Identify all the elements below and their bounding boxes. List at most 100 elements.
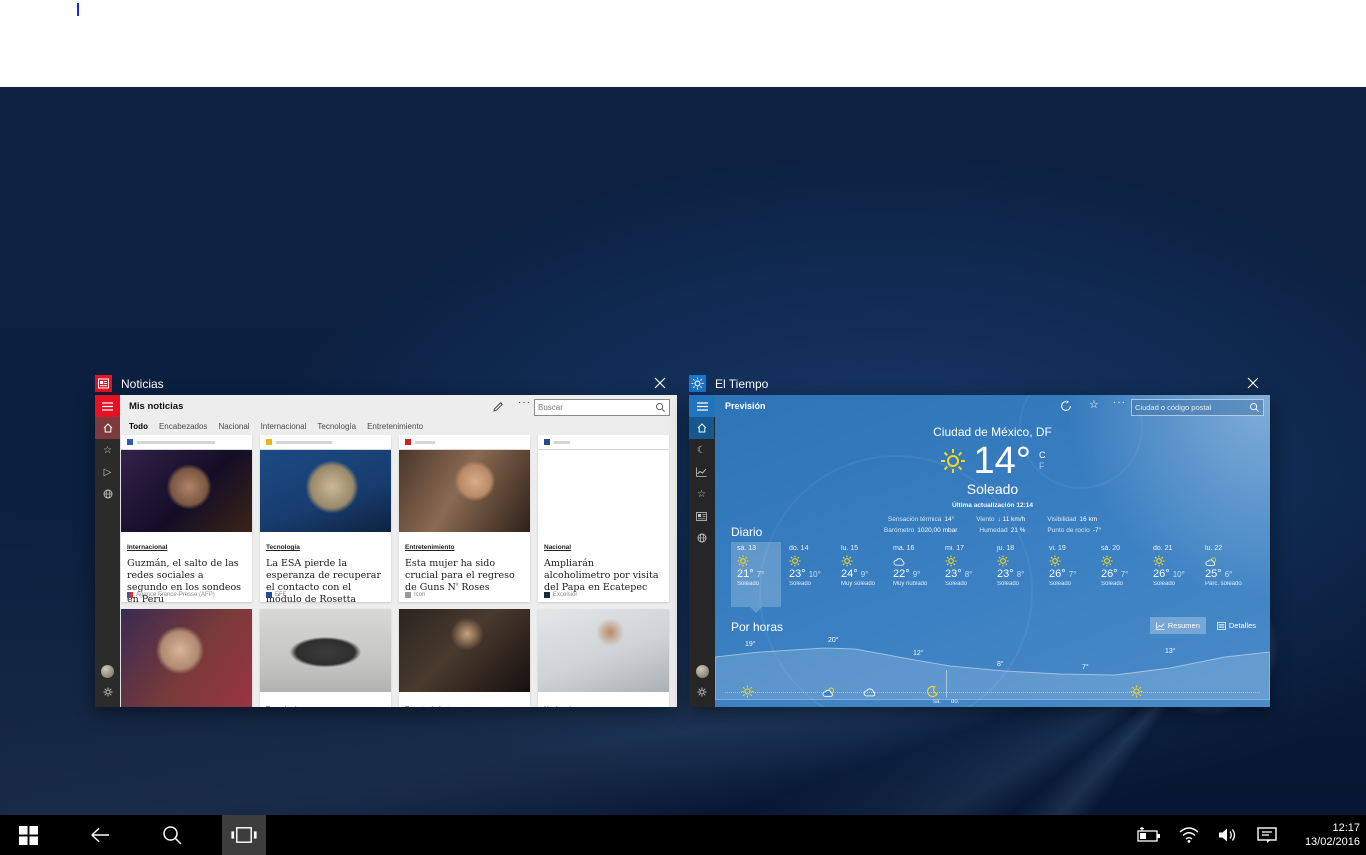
- daily-tile[interactable]: ju. 18 23° 8° Soleado: [991, 542, 1041, 607]
- noticias-tabs: Todo Encabezados Nacional Internacional …: [129, 422, 423, 431]
- current-city: Ciudad de México, DF: [715, 425, 1270, 439]
- tiempo-settings-gear-icon[interactable]: [697, 684, 707, 702]
- tiempo-search-input[interactable]: [1132, 403, 1249, 412]
- detalles-button[interactable]: Detalles: [1211, 617, 1262, 634]
- noticias-account-avatar[interactable]: [101, 665, 114, 678]
- tab-nacional[interactable]: Nacional: [218, 422, 249, 431]
- current-condition: Soleado: [715, 481, 1270, 497]
- tiempo-places-icon[interactable]: ☆: [689, 483, 714, 505]
- unit-celsius[interactable]: C: [1039, 450, 1046, 461]
- daily-tile[interactable]: do. 21 26° 10° Soleado: [1147, 542, 1197, 607]
- news-card-partial[interactable]: [121, 435, 252, 449]
- news-card-image: [538, 609, 669, 692]
- refresh-icon[interactable]: [1060, 399, 1072, 417]
- noticias-window-title: Noticias: [121, 377, 164, 391]
- tiempo-home-icon[interactable]: [689, 417, 714, 439]
- news-card[interactable]: Tecnología La ESA pierde la esperanza de…: [260, 450, 391, 602]
- news-card-partial[interactable]: [538, 435, 669, 449]
- last-updated: Última actualización 12:14: [715, 502, 1270, 509]
- top-white-band: [0, 0, 1366, 87]
- back-button[interactable]: [80, 815, 120, 855]
- daily-tile[interactable]: ma. 16 22° 9° Muy nublado: [887, 542, 937, 607]
- taskview-window-tiempo[interactable]: El Tiempo ☾: [689, 372, 1270, 707]
- news-card-image: [399, 609, 530, 692]
- noticias-video-icon[interactable]: ▷: [95, 461, 120, 483]
- news-card-headline: Guzmán, el salto de las redes sociales a…: [127, 558, 246, 606]
- tiempo-hamburger-icon[interactable]: [689, 395, 715, 417]
- tiempo-maps-icon[interactable]: ☾: [689, 439, 714, 461]
- noticias-interests-icon[interactable]: ☆: [95, 439, 120, 461]
- tab-tecnologia[interactable]: Tecnología: [317, 422, 356, 431]
- taskbar-clock[interactable]: 12:17 13/02/2016: [1305, 815, 1360, 855]
- tab-todo[interactable]: Todo: [129, 422, 148, 431]
- daily-tile[interactable]: sá. 20 26° 7° Soleado: [1095, 542, 1145, 607]
- taskview-window-noticias[interactable]: Noticias ☆ ▷: [95, 372, 677, 707]
- favorite-star-icon[interactable]: ☆: [1089, 398, 1099, 411]
- noticias-world-icon[interactable]: [95, 483, 120, 505]
- noticias-settings-gear-icon[interactable]: [103, 684, 113, 702]
- hourly-temperature-chart[interactable]: 19° 20° 12° 8° 7° 13° sá.: [715, 640, 1270, 707]
- news-card[interactable]: [121, 609, 252, 707]
- tab-internacional[interactable]: Internacional: [261, 422, 307, 431]
- daily-section-title: Diario: [731, 525, 762, 539]
- sun-icon: [1130, 685, 1143, 703]
- tiempo-world-icon[interactable]: [689, 527, 714, 549]
- wifi-icon[interactable]: [1174, 815, 1204, 855]
- news-card-category: Tecnología: [266, 706, 300, 707]
- action-center-icon[interactable]: [1252, 815, 1282, 855]
- clock-date: 13/02/2016: [1305, 835, 1360, 849]
- news-card-partial[interactable]: [260, 435, 391, 449]
- taskbar-search-button[interactable]: [152, 815, 192, 855]
- news-card[interactable]: Nacional Ampliarán alcoholimetro por vis…: [538, 450, 669, 602]
- tiempo-history-chart-icon[interactable]: [689, 461, 714, 483]
- daily-tile[interactable]: do. 14 23° 10° Soleado: [783, 542, 833, 607]
- noticias-search-box[interactable]: [534, 399, 670, 416]
- daily-tile[interactable]: lu. 22 25° 6° Parc. soleado: [1199, 542, 1249, 607]
- tiempo-close-icon[interactable]: [1244, 374, 1262, 392]
- resumen-button[interactable]: Resumen: [1150, 617, 1206, 634]
- noticias-search-input[interactable]: [535, 403, 655, 412]
- volume-icon[interactable]: [1212, 815, 1242, 855]
- noticias-appbar: Mis noticias ···: [120, 395, 677, 419]
- task-view-button[interactable]: [222, 815, 266, 855]
- tiempo-news-icon[interactable]: [689, 505, 714, 527]
- search-icon: [1249, 402, 1260, 413]
- tiempo-search-box[interactable]: [1131, 399, 1264, 416]
- partly-cloudy-icon: [1199, 554, 1249, 568]
- news-card[interactable]: Internacional Guzmán, el salto de las re…: [121, 450, 252, 602]
- noticias-close-icon[interactable]: [651, 374, 669, 392]
- news-card[interactable]: Tecnología: [260, 609, 391, 707]
- noticias-app-body[interactable]: ☆ ▷ Mis noticias: [95, 395, 677, 707]
- clock-time: 12:17: [1305, 821, 1360, 835]
- hourly-view-buttons: Resumen Detalles: [1150, 617, 1262, 634]
- see-more-icon[interactable]: ···: [518, 397, 531, 408]
- news-card[interactable]: Nacional: [538, 609, 669, 707]
- taskbar: 12:17 13/02/2016: [0, 815, 1366, 855]
- daily-tile[interactable]: lu. 15 24° 9° Muy soleado: [835, 542, 885, 607]
- news-card-partial[interactable]: [399, 435, 530, 449]
- tab-entretenimiento[interactable]: Entretenimiento: [367, 422, 423, 431]
- screen: Noticias ☆ ▷: [0, 0, 1366, 855]
- news-card[interactable]: Entretenimiento Esta mujer ha sido cruci…: [399, 450, 530, 602]
- noticias-home-icon[interactable]: [95, 417, 120, 439]
- news-card[interactable]: Entretenimiento: [399, 609, 530, 707]
- tiempo-window-title: El Tiempo: [715, 377, 768, 391]
- daily-tile[interactable]: vi. 19 26° 7° Soleado: [1043, 542, 1093, 607]
- noticias-sidebar: ☆ ▷: [95, 395, 120, 707]
- noticias-app-icon: [95, 375, 112, 392]
- battery-icon[interactable]: [1134, 815, 1164, 855]
- tab-encabezados[interactable]: Encabezados: [159, 422, 207, 431]
- tiempo-app-body[interactable]: ☾ ☆: [689, 395, 1270, 707]
- source-logo-icon: [127, 592, 133, 598]
- daily-tile[interactable]: mi. 17 23° 8° Soleado: [939, 542, 989, 607]
- sun-icon: [939, 554, 989, 568]
- back-arrow-icon: [89, 826, 111, 844]
- tiempo-account-avatar[interactable]: [696, 665, 709, 678]
- hourly-icon-baseline: [725, 692, 1260, 693]
- start-button[interactable]: [8, 815, 48, 855]
- noticias-hamburger-icon[interactable]: [95, 395, 120, 417]
- see-more-icon[interactable]: ···: [1113, 397, 1126, 408]
- unit-fahrenheit[interactable]: F: [1039, 461, 1046, 472]
- daily-tile[interactable]: sá. 13 21° 7° Soleado: [731, 542, 781, 607]
- edit-pencil-icon[interactable]: [492, 400, 504, 418]
